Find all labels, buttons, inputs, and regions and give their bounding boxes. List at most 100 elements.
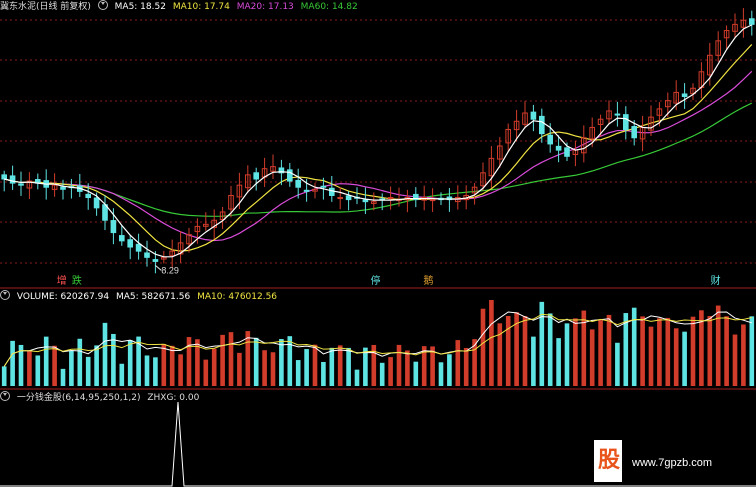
candle-body — [118, 235, 125, 242]
volume-bar — [304, 349, 309, 386]
volume-bar — [505, 315, 511, 386]
volume-bar — [270, 352, 276, 386]
volume-bar — [253, 337, 259, 386]
event-tag: 财 — [711, 274, 721, 287]
volume-bar — [615, 342, 620, 386]
candle-body — [320, 185, 327, 188]
volume-bar — [144, 355, 150, 386]
volume-bar — [43, 336, 49, 386]
candle-body — [748, 18, 755, 25]
candle-body — [337, 197, 344, 200]
event-tag: 停 — [370, 274, 380, 287]
volume-bar — [312, 344, 318, 386]
volume-bar — [354, 369, 360, 386]
candle-body — [328, 187, 335, 196]
volume-bar — [363, 347, 368, 386]
volume-ma10-label: MA10: 476012.56 — [197, 292, 278, 302]
volume-bar — [245, 331, 251, 386]
volume-bar — [127, 340, 133, 386]
ma10-line — [4, 44, 753, 252]
volume-bar — [547, 313, 553, 386]
ma20-layer — [4, 70, 753, 242]
price-header: 冀东水泥(日线 前复权) MA5: 18.52 MA10: 17.74 MA20… — [0, 0, 362, 12]
indicator-label: 一分钱金股(6,14,95,250,1,2) — [16, 393, 141, 403]
indicator-header: 一分钱金股(6,14,95,250,1,2) ZHXG: 0.00 — [0, 391, 203, 403]
volume-bar — [321, 361, 326, 386]
volume-bar — [1, 366, 7, 386]
volume-header: VOLUME: 620267.94 MA5: 582671.56 MA10: 4… — [0, 290, 281, 302]
volume-bars — [1, 300, 755, 386]
volume-bar — [531, 336, 536, 386]
watermark-url: www.7gpzb.com — [632, 457, 713, 469]
candle-body — [345, 195, 352, 201]
ma10-label: MA10: 17.74 — [172, 2, 230, 12]
chart-canvas: 8.29 增跌 停 鹅 财 — [0, 8, 756, 487]
volume-bar — [237, 352, 242, 386]
volume-bar — [178, 354, 183, 386]
candle-body — [362, 199, 369, 203]
event-tag: 鹅 — [423, 274, 433, 287]
volume-bar — [186, 337, 192, 386]
event-tag: 跌 — [72, 274, 82, 287]
watermark-char: 股 — [598, 448, 621, 473]
volume-bar — [497, 323, 503, 386]
ma20-label: MA20: 17.13 — [236, 2, 294, 12]
ma5-label: MA5: 18.52 — [114, 2, 166, 12]
indicator-circle-icon[interactable] — [0, 391, 10, 401]
settings-circle-icon[interactable] — [97, 0, 108, 10]
volume-ma-line — [3, 311, 752, 367]
candle-body — [152, 259, 159, 262]
zhxg-line — [0, 401, 756, 487]
volume-bar — [749, 316, 755, 386]
candle-body — [85, 193, 92, 199]
candle-body — [9, 175, 16, 184]
volume-bar — [287, 336, 293, 386]
candlestick-series: 8.29 增跌 停 鹅 财 — [1, 8, 755, 287]
ma60-line — [4, 102, 753, 217]
volume-bar — [732, 334, 738, 386]
event-tag: 增 — [57, 274, 67, 287]
volume-bar — [228, 332, 234, 386]
candle-body — [60, 186, 66, 190]
volume-bar — [119, 363, 125, 386]
volume-bar — [102, 322, 108, 386]
volume-bar — [455, 340, 461, 386]
volume-bar — [522, 316, 528, 386]
volume-label: VOLUME: 620267.94 — [16, 292, 110, 302]
volume-bar — [295, 360, 301, 386]
volume-bar — [329, 347, 335, 386]
volume-bar — [690, 316, 696, 386]
volume-bar — [741, 324, 746, 386]
candle-body — [303, 189, 310, 192]
volume-bar — [111, 333, 116, 386]
volume-bar — [27, 350, 32, 386]
volume-bar — [413, 361, 419, 386]
candle-body — [631, 126, 638, 139]
ma60-layer — [4, 102, 753, 217]
volume-bar — [69, 350, 74, 386]
volume-circle-icon[interactable] — [0, 290, 10, 300]
candle-body — [1, 174, 8, 180]
volume-bar — [85, 356, 91, 386]
candle-body — [547, 134, 554, 145]
volume-bar — [682, 331, 687, 386]
volume-bar — [438, 362, 444, 386]
volume-bar — [94, 345, 99, 386]
volume-bar — [707, 316, 713, 386]
volume-bar — [203, 359, 209, 386]
candle-body — [18, 183, 24, 186]
candle-body — [530, 111, 537, 120]
title: 冀东水泥(日线 前复权) — [0, 2, 91, 12]
volume-bar — [556, 338, 561, 386]
candle-body — [555, 145, 562, 151]
candle-body — [614, 113, 621, 116]
volume-bar — [598, 320, 603, 386]
candle-body — [93, 197, 100, 209]
volume-bar — [388, 357, 393, 386]
volume-bar — [447, 354, 452, 386]
volume-bar — [589, 329, 595, 386]
volume-bar — [60, 368, 66, 386]
volume-bar — [564, 323, 570, 386]
indicator-plot — [0, 401, 756, 487]
volume-bar — [161, 343, 167, 386]
